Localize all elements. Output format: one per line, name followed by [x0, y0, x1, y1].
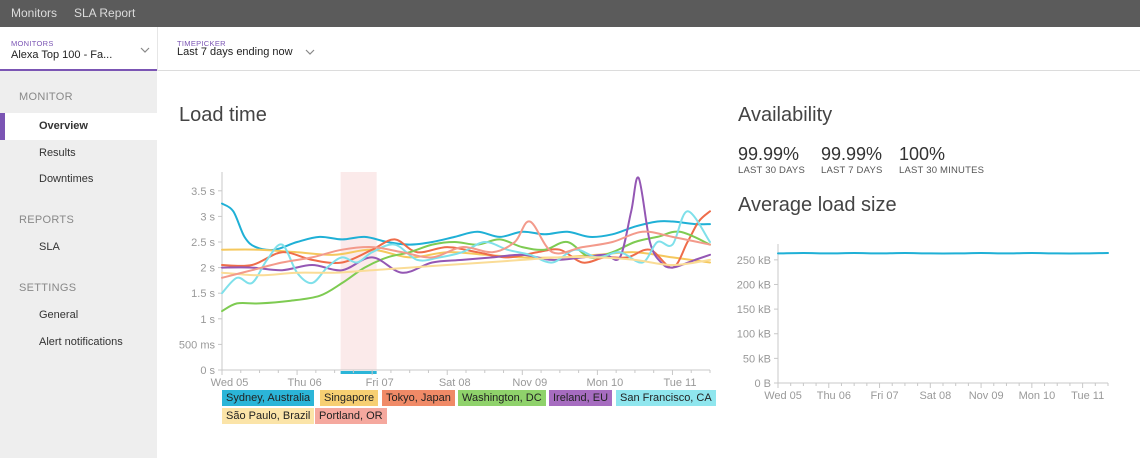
sidebar-section-settings: SETTINGS [19, 282, 77, 294]
y-tick-label: 2 s [200, 263, 215, 275]
x-tick-label: Mon 10 [1019, 390, 1056, 402]
availability-label: LAST 30 MINUTES [899, 165, 985, 176]
availability-value: 99.99% [821, 144, 883, 164]
sidebar-item-overview[interactable]: Overview [0, 113, 157, 140]
y-tick-label: 1 s [200, 314, 215, 326]
sidebar-item-label: General [39, 309, 79, 321]
y-tick-label: 250 kB [737, 255, 771, 267]
y-tick-label: 3 s [200, 211, 215, 223]
x-tick-label: Tue 11 [663, 377, 696, 388]
x-tick-label: Nov 09 [512, 377, 547, 388]
monitor-selector-label: MONITORS [11, 39, 54, 48]
legend-item-sydney[interactable]: Sydney, Australia [222, 390, 315, 406]
load-time-chart: 0 s 500 ms 1 s 1.5 s 2 s 2.5 s 3 s 3.5 s Wed 05 T… [179, 172, 711, 388]
x-tick-label: Nov 09 [969, 390, 1004, 402]
sidebar-section-reports: REPORTS [19, 214, 75, 226]
x-tick-label: Fri 07 [871, 390, 899, 402]
x-tick-label: Sat 08 [919, 390, 951, 402]
x-tick-label: Sat 08 [439, 377, 471, 388]
x-tick-label: Thu 06 [287, 377, 321, 388]
sidebar-item-sla[interactable]: SLA [0, 234, 157, 261]
availability-title: Availability [738, 104, 833, 126]
sidebar-item-label: Alert notifications [39, 336, 123, 348]
x-tick-label: Wed 05 [764, 390, 802, 402]
nav-monitors-link[interactable]: Monitors [11, 0, 57, 27]
legend-item-ireland[interactable]: Ireland, EU [549, 390, 613, 406]
legend-item-tokyo[interactable]: Tokyo, Japan [382, 390, 455, 406]
monitor-selector-value: Alexa Top 100 - Fa... [11, 49, 113, 61]
load-size-chart: 0 B 50 kB 100 kB 150 kB 200 kB 250 kB Wed 05 Th… [737, 244, 1109, 402]
availability-label: LAST 30 DAYS [738, 165, 805, 176]
monitor-selector[interactable]: MONITORS Alexa Top 100 - Fa... [0, 27, 157, 71]
availability-stat-30-minutes: 100% LAST 30 MINUTES [899, 144, 984, 176]
highlight-marker [340, 371, 377, 374]
sidebar-item-general[interactable]: General [0, 302, 157, 329]
y-tick-label: 2.5 s [191, 237, 215, 249]
top-navigation-bar: Monitors SLA Report [0, 0, 1140, 27]
x-tick-label: Wed 05 [211, 377, 249, 388]
sidebar-item-label: SLA [39, 241, 60, 253]
sidebar-item-label: Results [39, 147, 76, 159]
time-picker[interactable]: TIMEPICKER Last 7 days ending now [158, 27, 328, 71]
y-tick-label: 150 kB [737, 304, 771, 316]
legend-item-sao-paulo[interactable]: São Paulo, Brazil [222, 408, 315, 424]
legend-item-washington[interactable]: Washington, DC [458, 390, 546, 406]
legend-item-portland[interactable]: Portland, OR [315, 408, 387, 424]
y-tick-label: 3.5 s [191, 186, 215, 198]
y-tick-label: 50 kB [743, 353, 771, 365]
y-tick-label: 500 ms [179, 339, 216, 351]
y-tick-label: 0 s [200, 365, 215, 377]
selector-bar: MONITORS Alexa Top 100 - Fa... TIMEPICKE… [0, 27, 1140, 71]
sidebar: MONITOR Overview Results Downtimes REPOR… [0, 71, 157, 458]
sidebar-item-results[interactable]: Results [0, 140, 157, 167]
legend-item-singapore[interactable]: Singapore [320, 390, 379, 406]
y-tick-label: 100 kB [737, 329, 771, 341]
y-tick-label: 200 kB [737, 279, 771, 291]
sidebar-item-downtimes[interactable]: Downtimes [0, 166, 157, 193]
availability-stat-30-days: 99.99% LAST 30 DAYS [738, 144, 805, 176]
load-size-title: Average load size [738, 194, 897, 216]
availability-label: LAST 7 DAYS [821, 165, 883, 176]
availability-value: 99.99% [738, 144, 800, 164]
legend-item-san-francisco[interactable]: San Francisco, CA [616, 390, 716, 406]
load-time-title: Load time [179, 104, 267, 126]
x-tick-label: Thu 06 [817, 390, 851, 402]
chevron-down-icon [305, 49, 315, 55]
y-tick-label: 1.5 s [191, 288, 215, 300]
x-tick-label: Tue 11 [1071, 390, 1104, 402]
sidebar-item-label: Downtimes [39, 173, 94, 185]
sidebar-item-alert-notifications[interactable]: Alert notifications [0, 329, 157, 356]
sidebar-item-label: Overview [39, 120, 88, 132]
time-picker-value: Last 7 days ending now [177, 46, 293, 58]
x-tick-label: Fri 07 [366, 377, 394, 388]
x-tick-label: Mon 10 [587, 377, 624, 388]
y-tick-label: 0 B [754, 378, 771, 390]
sidebar-section-monitor: MONITOR [19, 91, 73, 103]
nav-sla-report-link[interactable]: SLA Report [74, 0, 135, 27]
availability-stat-7-days: 99.99% LAST 7 DAYS [821, 144, 883, 176]
availability-value: 100% [899, 144, 946, 164]
chevron-down-icon [140, 47, 150, 53]
